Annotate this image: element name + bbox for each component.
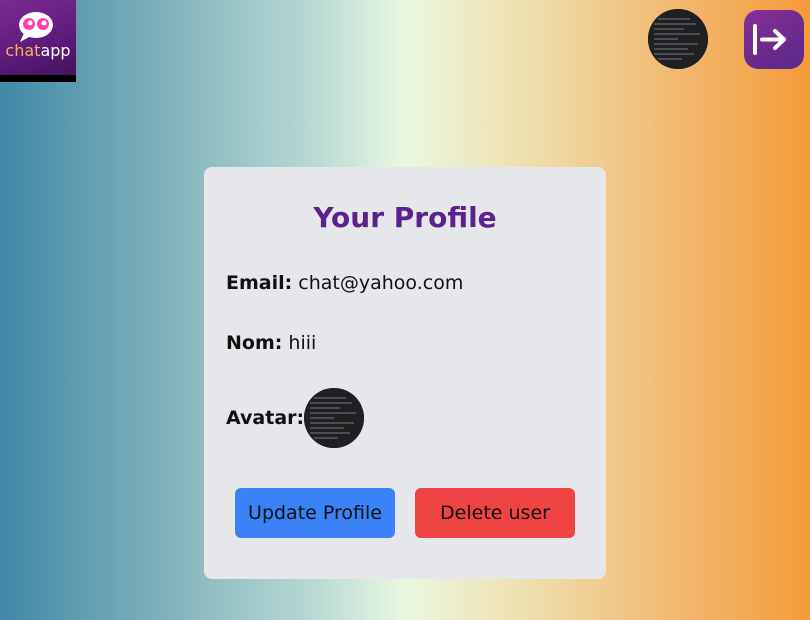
logout-button[interactable] bbox=[744, 10, 804, 69]
logo-wordmark: chatapp bbox=[5, 41, 71, 60]
logout-arrow-icon bbox=[753, 24, 786, 55]
email-value: chat@yahoo.com bbox=[298, 272, 464, 294]
terminal-screenshot-image bbox=[304, 388, 364, 448]
avatar-label: Avatar: bbox=[226, 407, 305, 429]
update-profile-button[interactable]: Update Profile bbox=[235, 488, 395, 538]
delete-user-button[interactable]: Delete user bbox=[415, 488, 575, 538]
email-row: Email: chat@yahoo.com bbox=[226, 272, 463, 294]
profile-card: Your Profile Email: chat@yahoo.com Nom: … bbox=[204, 167, 606, 579]
page-title: Your Profile bbox=[313, 201, 497, 234]
logo-footer-bar bbox=[0, 75, 76, 82]
name-label: Nom: bbox=[226, 332, 283, 354]
header-avatar[interactable] bbox=[648, 9, 708, 69]
chatapp-logo[interactable]: chatapp bbox=[0, 0, 76, 82]
name-row: Nom: hiii bbox=[226, 332, 316, 354]
email-label: Email: bbox=[226, 272, 293, 294]
avatar-row: Avatar: bbox=[226, 407, 304, 429]
profile-avatar bbox=[304, 388, 364, 448]
terminal-screenshot-image bbox=[648, 9, 708, 69]
name-value: hiii bbox=[288, 332, 317, 354]
